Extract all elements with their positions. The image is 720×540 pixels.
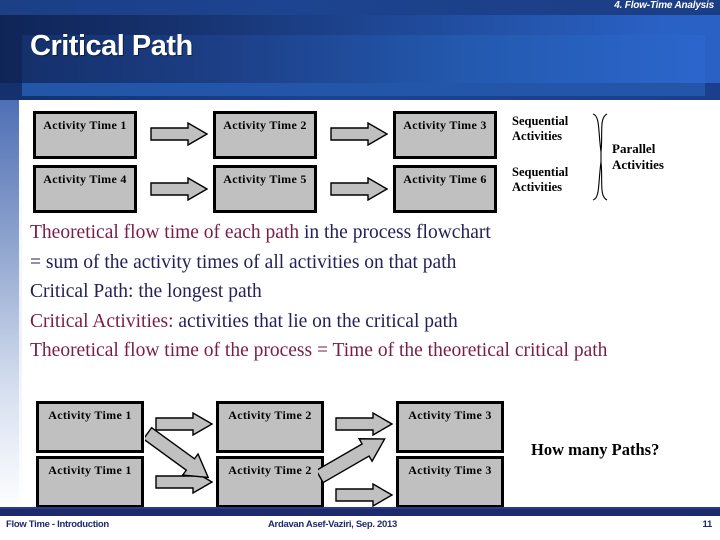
body-line-emphasis: Critical Activities: bbox=[30, 310, 174, 332]
body-text-block: Theoretical flow time of each path in th… bbox=[30, 218, 710, 366]
flow-arrow-diagonal-up-icon bbox=[318, 430, 408, 486]
parallel-label-line2: Activities bbox=[612, 157, 664, 172]
parallel-label-line1: Parallel bbox=[612, 141, 656, 156]
footer-rule bbox=[0, 509, 720, 516]
body-line: Critical Path: the longest path bbox=[30, 277, 710, 307]
activity-box[interactable]: Activity Time 6 bbox=[393, 165, 497, 213]
body-line-rest: Critical Path: the longest path bbox=[30, 281, 262, 302]
page-title: Critical Path bbox=[30, 30, 193, 62]
how-many-paths-label: How many Paths? bbox=[531, 440, 660, 459]
activity-box-label: Activity Time 2 bbox=[223, 118, 307, 132]
flow-arrow-icon bbox=[150, 177, 208, 201]
activity-box-label: Activity Time 1 bbox=[43, 118, 127, 132]
activity-box[interactable]: Activity Time 2 bbox=[216, 456, 324, 508]
activity-box[interactable]: Activity Time 1 bbox=[33, 111, 137, 159]
activity-box-label: Activity Time 1 bbox=[48, 463, 132, 477]
left-rail-highlight bbox=[19, 100, 22, 512]
activity-box-label: Activity Time 3 bbox=[408, 408, 492, 422]
body-line-rest: = sum of the activity times of all activ… bbox=[30, 251, 457, 273]
flow-arrow-icon bbox=[330, 122, 388, 146]
body-line-rest: activities that lie on the critical path bbox=[173, 310, 458, 332]
body-line: = sum of the activity times of all activ… bbox=[30, 248, 710, 278]
flow-arrow-diagonal-down-icon bbox=[145, 425, 225, 483]
body-line: Critical Activities: activities that lie… bbox=[30, 307, 710, 337]
body-line-emphasis: Theoretical flow time of each path bbox=[30, 222, 300, 243]
activity-box-label: Activity Time 2 bbox=[228, 408, 312, 422]
activity-box-label: Activity Time 3 bbox=[408, 463, 492, 477]
section-label: 4. Flow-Time Analysis bbox=[614, 0, 714, 11]
sequential-label-line2: Activities bbox=[512, 129, 562, 143]
body-line: Theoretical flow time of each path in th… bbox=[30, 218, 710, 248]
title-underbar-inner bbox=[22, 83, 705, 96]
footer-left-text: Flow Time - Introduction bbox=[6, 519, 109, 530]
activity-box[interactable]: Activity Time 5 bbox=[213, 165, 317, 213]
activity-box[interactable]: Activity Time 2 bbox=[216, 401, 324, 453]
body-line-emphasis: Theoretical flow time of the process = T… bbox=[30, 340, 608, 361]
top-strip bbox=[0, 0, 720, 15]
activity-box-label: Activity Time 6 bbox=[403, 172, 487, 186]
sequential-activities-label-row2: Sequential Activities bbox=[512, 165, 568, 195]
parallel-activities-label: Parallel Activities bbox=[612, 141, 664, 173]
activity-box[interactable]: Activity Time 1 bbox=[36, 456, 144, 508]
body-line-rest: in the process flowchart bbox=[299, 222, 491, 243]
activity-box-label: Activity Time 2 bbox=[228, 463, 312, 477]
activity-box[interactable]: Activity Time 2 bbox=[213, 111, 317, 159]
sequential-label-line1: Sequential bbox=[512, 114, 569, 128]
body-line: Theoretical flow time of the process = T… bbox=[30, 336, 710, 366]
footer-page-number: 11 bbox=[702, 519, 713, 530]
sequential-activities-label-row1: Sequential Activities bbox=[512, 114, 568, 144]
curly-brace-icon bbox=[590, 112, 612, 207]
footer-center-text: Ardavan Asef-Vaziri, Sep. 2013 bbox=[268, 519, 397, 530]
activity-box-label: Activity Time 5 bbox=[223, 172, 307, 186]
activity-box-label: Activity Time 4 bbox=[43, 172, 127, 186]
sequential-label-line2: Activities bbox=[512, 180, 562, 194]
flow-arrow-icon bbox=[330, 177, 388, 201]
activity-box[interactable]: Activity Time 1 bbox=[36, 401, 144, 453]
activity-box[interactable]: Activity Time 3 bbox=[396, 456, 504, 508]
slide-canvas: 4. Flow-Time Analysis Critical Path Acti… bbox=[0, 0, 720, 540]
sequential-label-line1: Sequential bbox=[512, 165, 569, 179]
flow-arrow-icon bbox=[150, 122, 208, 146]
activity-box-label: Activity Time 1 bbox=[48, 408, 132, 422]
activity-box-label: Activity Time 3 bbox=[403, 118, 487, 132]
activity-box[interactable]: Activity Time 3 bbox=[396, 401, 504, 453]
activity-box[interactable]: Activity Time 4 bbox=[33, 165, 137, 213]
activity-box[interactable]: Activity Time 3 bbox=[393, 111, 497, 159]
flow-arrow-icon bbox=[335, 483, 393, 507]
